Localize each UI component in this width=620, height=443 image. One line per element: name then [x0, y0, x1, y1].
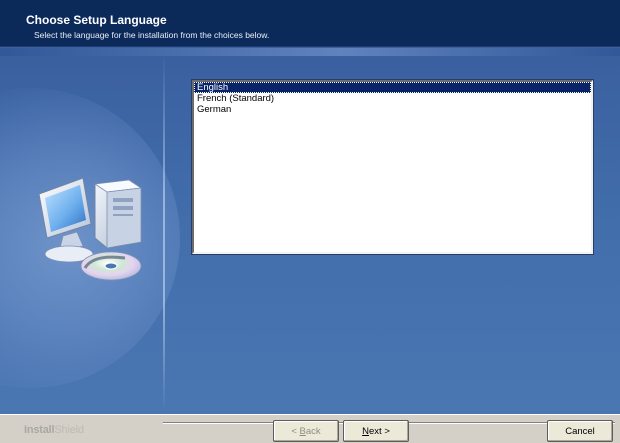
language-listbox[interactable]: English French (Standard) German	[191, 79, 594, 255]
next-accel: N	[362, 425, 369, 437]
back-prefix: <	[291, 425, 300, 437]
language-option-french[interactable]: French (Standard)	[194, 93, 591, 104]
brand-bold: Install	[24, 424, 55, 436]
next-suffix: >	[381, 425, 390, 437]
body-top-strip	[0, 48, 620, 56]
language-option-german[interactable]: German	[194, 104, 591, 115]
language-option-english[interactable]: English	[194, 82, 591, 93]
installshield-logo: InstallShield	[24, 424, 84, 436]
back-button[interactable]: < Back	[273, 420, 339, 442]
page-subtitle: Select the language for the installation…	[34, 30, 270, 40]
page-title: Choose Setup Language	[26, 13, 167, 27]
next-button[interactable]: Next >	[343, 420, 409, 442]
body-divider	[163, 54, 165, 412]
wizard-header: Choose Setup Language Select the languag…	[0, 0, 620, 47]
cancel-button[interactable]: Cancel	[547, 420, 613, 442]
brand-light: Shield	[54, 424, 84, 436]
back-rest: ack	[305, 425, 321, 437]
next-rest: ext	[369, 425, 382, 437]
computer-with-cd-icon	[38, 177, 143, 281]
